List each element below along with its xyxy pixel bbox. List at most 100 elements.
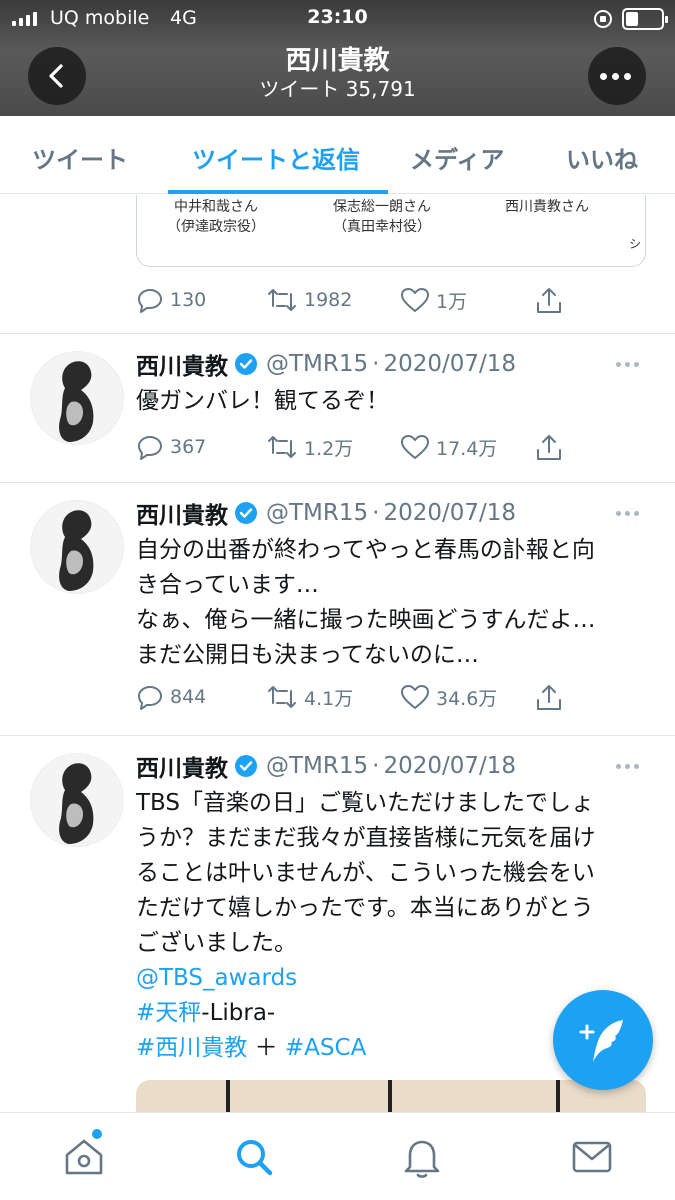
tweet-header: 西川貴教 @TMR15 · 2020/07/18	[136, 496, 517, 530]
media-preview[interactable]	[136, 1080, 646, 1112]
like-count: 17.4万	[436, 437, 498, 460]
nav-messages[interactable]	[568, 1133, 616, 1181]
verified-badge-icon	[235, 353, 257, 375]
mention-link[interactable]: @TBS_awards	[136, 965, 297, 991]
nav-search[interactable]	[230, 1133, 278, 1181]
tweet-menu-icon[interactable]	[616, 511, 639, 516]
verified-badge-icon	[235, 502, 257, 524]
share-icon	[537, 435, 561, 460]
share-icon	[537, 685, 561, 710]
tweet-date: 2020/07/18	[383, 500, 517, 526]
retweet-icon	[268, 686, 296, 708]
bottom-navigation	[0, 1112, 675, 1200]
tweet-text: 自分の出番が終わってやっと春馬の訃報と向 き合っています… なぁ、俺ら一緒に撮っ…	[136, 537, 596, 668]
tab-media[interactable]: メディア	[410, 140, 504, 175]
reply-count: 367	[170, 436, 207, 458]
avatar[interactable]	[30, 753, 124, 847]
reply-icon	[138, 436, 162, 460]
share-button[interactable]	[534, 286, 564, 316]
nav-home[interactable]	[60, 1133, 108, 1181]
profile-tabs: ツイート ツイートと返信 メディア いいね	[0, 116, 675, 194]
cast-entry: 西川貴教さん	[505, 199, 589, 215]
link-card-preview[interactable]: 中井和哉さん （伊達政宗役） 保志総一朗さん （真田幸村役） 西川貴教さん シ	[136, 195, 646, 267]
separator: ·	[372, 351, 380, 377]
reply-count: 844	[170, 686, 207, 708]
retweet-button[interactable]: 1.2万	[266, 433, 353, 461]
compose-tweet-button[interactable]	[553, 990, 653, 1090]
cast-entry: 中井和哉さん （伊達政宗役）	[167, 199, 265, 235]
retweet-icon	[268, 289, 296, 311]
share-icon	[537, 288, 561, 313]
tweet-menu-icon[interactable]	[616, 362, 639, 367]
author-handle: @TMR15	[266, 753, 369, 779]
status-bar: UQ mobile 4G 23:10	[0, 0, 675, 38]
retweet-count: 1982	[304, 289, 353, 311]
cast-entry: 保志総一朗さん （真田幸村役）	[333, 199, 431, 235]
plus-text: ＋	[247, 1035, 285, 1061]
tab-tweets[interactable]: ツイート	[32, 140, 128, 175]
separator: ·	[372, 753, 380, 779]
separator: ·	[372, 500, 380, 526]
tweet-header: 西川貴教 @TMR15 · 2020/07/18	[136, 749, 517, 783]
tweet-actions: 844 4.1万 34.6万	[136, 683, 576, 713]
heart-icon	[401, 685, 429, 709]
like-count: 34.6万	[436, 687, 498, 710]
search-icon	[237, 1140, 273, 1176]
avatar[interactable]	[30, 500, 124, 594]
reply-icon	[138, 289, 162, 313]
tweet-menu-icon[interactable]	[616, 764, 639, 769]
more-icon	[600, 73, 631, 80]
tab-likes[interactable]: いいね	[566, 140, 638, 175]
author-name[interactable]: 西川貴教	[136, 749, 228, 783]
tweet-actions: 130 1982 1万	[136, 286, 576, 316]
battery-icon	[622, 8, 668, 30]
hashtag-link[interactable]: #ASCA	[285, 1035, 366, 1061]
tweet[interactable]: 西川貴教 @TMR15 · 2020/07/18 自分の出番が終わってやっと春馬…	[0, 483, 675, 735]
reply-button[interactable]: 844	[136, 683, 206, 711]
reply-button[interactable]: 367	[136, 433, 206, 461]
retweet-button[interactable]: 1982	[266, 286, 352, 314]
profile-header: UQ mobile 4G 23:10 西川貴教 ツイート 35,791	[0, 0, 675, 116]
tweet[interactable]: 西川貴教 @TMR15 · 2020/07/18 優ガンバレ！観てるぞ！ 367…	[0, 334, 675, 482]
tweet-actions: 367 1.2万 17.4万	[136, 433, 576, 463]
author-handle: @TMR15	[266, 500, 369, 526]
nav-notifications[interactable]	[398, 1133, 446, 1181]
profile-name: 西川貴教	[285, 46, 390, 76]
like-count: 1万	[436, 290, 468, 313]
like-button[interactable]: 34.6万	[400, 683, 497, 711]
retweet-count: 1.2万	[304, 437, 354, 460]
rotation-lock-icon	[594, 10, 612, 28]
timeline[interactable]: 中井和哉さん （伊達政宗役） 保志総一朗さん （真田幸村役） 西川貴教さん シ …	[0, 195, 675, 1112]
reply-button[interactable]: 130	[136, 286, 206, 314]
author-name[interactable]: 西川貴教	[136, 347, 228, 381]
tweet-date: 2020/07/18	[383, 351, 517, 377]
author-handle: @TMR15	[266, 351, 369, 377]
more-options-button[interactable]	[588, 47, 646, 105]
retweet-button[interactable]: 4.1万	[266, 683, 353, 711]
share-button[interactable]	[534, 683, 564, 713]
reply-icon	[138, 686, 162, 710]
bell-icon	[404, 1140, 440, 1178]
compose-tweet-icon	[579, 1020, 623, 1062]
active-tab-indicator	[168, 190, 388, 194]
tweet-text: 優ガンバレ！観てるぞ！	[136, 388, 389, 414]
like-button[interactable]: 1万	[400, 286, 467, 314]
author-name[interactable]: 西川貴教	[136, 496, 228, 530]
verified-badge-icon	[235, 755, 257, 777]
tweet-date: 2020/07/18	[383, 753, 517, 779]
retweet-icon	[268, 436, 296, 458]
card-overflow-text: シ	[628, 237, 641, 251]
mail-icon	[572, 1141, 612, 1173]
like-button[interactable]: 17.4万	[400, 433, 497, 461]
heart-icon	[401, 435, 429, 459]
tab-tweets-and-replies[interactable]: ツイートと返信	[192, 140, 360, 175]
home-icon	[65, 1139, 103, 1175]
hashtag-link[interactable]: #天秤	[136, 1000, 201, 1026]
share-button[interactable]	[534, 433, 564, 463]
notification-dot	[92, 1129, 102, 1139]
hashtag-link[interactable]: #西川貴教	[136, 1035, 247, 1061]
tweet-count: ツイート 35,791	[259, 77, 416, 101]
hashtag-suffix: -Libra-	[201, 1000, 276, 1026]
heart-icon	[401, 288, 429, 312]
avatar[interactable]	[30, 351, 124, 445]
